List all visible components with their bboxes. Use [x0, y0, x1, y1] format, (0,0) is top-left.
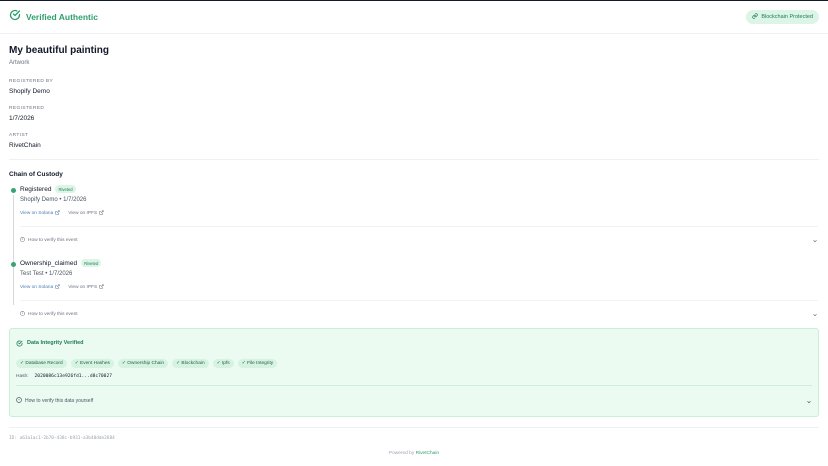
field-value-registered: 1/7/2026 — [9, 115, 35, 122]
check-chip: ✓ File Integrity — [237, 359, 278, 368]
link-icon — [752, 13, 759, 21]
footer-brand-link[interactable]: RivetChain — [416, 451, 439, 456]
field-value-artist: RivetChain — [9, 142, 41, 149]
timeline-dot — [11, 262, 16, 267]
check-chip: ✓ Ownership Chain — [117, 359, 169, 368]
check-chip: ✓ Blockchain — [172, 359, 209, 368]
event-name: Ownership_claimed — [20, 259, 78, 267]
field-label-artist: ARTIST — [9, 133, 29, 138]
record-id: ID: a63a1ac1-2b70-438c-b931-a3b48dde2684 — [9, 427, 819, 441]
link-label: View on IPFS — [68, 285, 98, 290]
link-label: View on IPFS — [68, 211, 98, 216]
external-link-icon — [55, 210, 60, 217]
info-icon — [20, 310, 25, 318]
info-icon — [16, 397, 22, 405]
footer: Powered by RivetChain — [9, 451, 819, 456]
timeline-dot — [11, 188, 16, 193]
link-label: View on Solana — [20, 211, 54, 216]
custody-section-title: Chain of Custody — [9, 171, 63, 178]
field-label-registered-by: REGISTERED BY — [9, 79, 54, 84]
check-chip: ✓ Database Record — [16, 359, 67, 368]
verify-event-toggle[interactable]: How to verify this event — [20, 226, 818, 249]
view-on-ipfs-link[interactable]: View on IPFS — [68, 210, 104, 217]
field-label-registered: REGISTERED — [9, 106, 45, 111]
verify-event-label: How to verify this event — [28, 237, 78, 243]
custody-event: Registered Riveted Shopify Demo • 1/7/20… — [9, 185, 819, 287]
main-content: My beautiful painting Artwork REGISTERED… — [0, 45, 828, 456]
hash-label: Hash: — [16, 374, 29, 379]
verify-data-label: How to verify this data yourself — [25, 398, 94, 404]
check-circle-icon — [9, 8, 21, 26]
event-subtitle: Shopify Demo • 1/7/2026 — [20, 197, 87, 203]
external-link-icon — [99, 284, 104, 291]
custody-timeline: Registered Riveted Shopify Demo • 1/7/20… — [9, 185, 819, 323]
hash-value: 2020086c13e926fd1...d8c70027 — [34, 374, 112, 379]
custody-event: Ownership_claimed Riveted Test Test • 1/… — [9, 259, 819, 323]
chevron-down-icon — [806, 392, 812, 410]
hash-row: Hash: 2020086c13e926fd1...d8c70027 — [16, 374, 812, 379]
badge-label: Blockchain Protected — [761, 14, 813, 20]
chevron-down-icon — [812, 231, 818, 249]
verify-data-toggle[interactable]: How to verify this data yourself — [16, 385, 812, 410]
external-link-icon — [99, 210, 104, 217]
blockchain-protected-badge: Blockchain Protected — [746, 10, 819, 24]
verify-event-toggle[interactable]: How to verify this event — [20, 300, 818, 323]
link-label: View on Solana — [20, 285, 54, 290]
external-link-icon — [55, 284, 60, 291]
timeline-line — [13, 269, 14, 305]
integrity-title: Data Integrity Verified — [27, 340, 84, 346]
footer-prefix: Powered by — [388, 451, 415, 456]
integrity-checks: ✓ Database Record ✓ Event Hashes ✓ Owner… — [16, 359, 812, 368]
header: Verified Authentic Blockchain Protected — [0, 1, 828, 34]
item-category: Artwork — [9, 60, 30, 66]
page-status-title: Verified Authentic — [26, 12, 98, 22]
event-name: Registered — [20, 185, 52, 193]
view-on-solana-link[interactable]: View on Solana — [20, 210, 60, 217]
info-icon — [20, 236, 25, 244]
check-circle-icon — [16, 334, 23, 352]
riveted-badge: Riveted — [81, 259, 102, 267]
chevron-down-icon — [812, 305, 818, 323]
brand: Verified Authentic — [9, 8, 98, 26]
check-chip: ✓ Ipfs — [212, 359, 234, 368]
check-chip: ✓ Event Hashes — [70, 359, 114, 368]
view-on-ipfs-link[interactable]: View on IPFS — [68, 284, 104, 291]
verify-event-label: How to verify this event — [28, 311, 78, 317]
riveted-badge: Riveted — [55, 185, 76, 193]
field-value-registered-by: Shopify Demo — [9, 88, 50, 95]
item-title: My beautiful painting — [9, 45, 109, 56]
view-on-solana-link[interactable]: View on Solana — [20, 284, 60, 291]
event-subtitle: Test Test • 1/7/2026 — [20, 271, 73, 277]
divider — [9, 159, 819, 160]
data-integrity-panel: Data Integrity Verified ✓ Database Recor… — [9, 328, 819, 417]
